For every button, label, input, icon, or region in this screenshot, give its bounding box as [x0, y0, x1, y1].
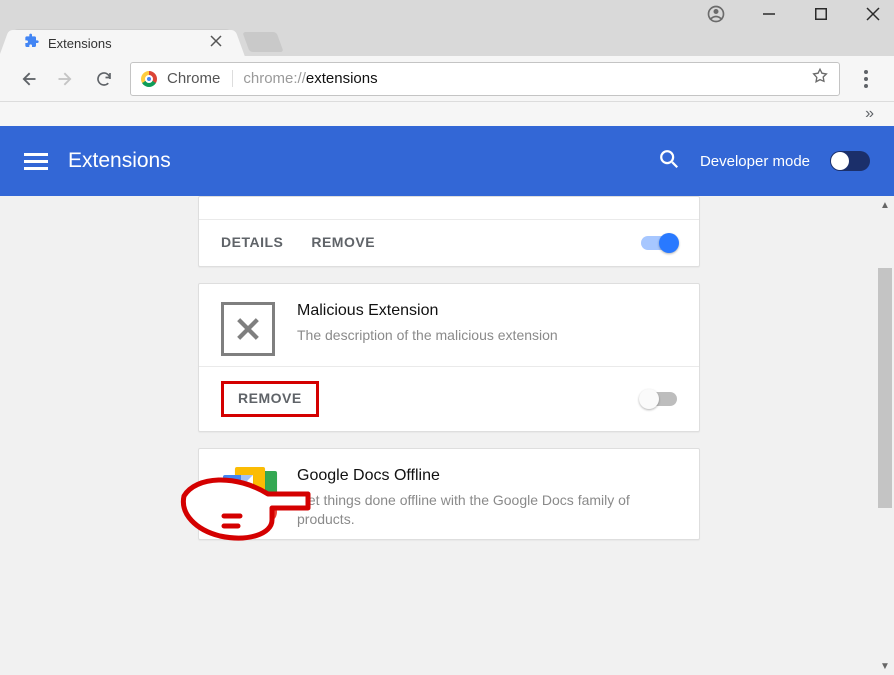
minimize-button[interactable]	[758, 3, 780, 25]
hamburger-menu-button[interactable]	[24, 153, 48, 170]
puzzle-piece-icon	[24, 33, 40, 54]
tabstrip: Extensions	[0, 28, 894, 56]
scroll-track[interactable]	[876, 214, 894, 657]
extension-enable-toggle[interactable]	[641, 392, 677, 406]
extension-description: The description of the malicious extensi…	[297, 326, 677, 345]
reload-button[interactable]	[92, 67, 116, 91]
tab-title: Extensions	[48, 36, 112, 51]
bookmark-star-icon[interactable]	[811, 67, 829, 90]
url-text: chrome://extensions	[243, 70, 377, 87]
maximize-button[interactable]	[810, 3, 832, 25]
address-bar[interactable]: Chrome chrome://extensions	[130, 62, 840, 96]
browser-tab-extensions[interactable]: Extensions	[12, 30, 232, 56]
extension-icon	[221, 467, 275, 529]
browser-menu-button[interactable]	[854, 67, 878, 91]
extension-icon	[221, 302, 275, 356]
extension-card-malicious: Malicious Extension The description of t…	[198, 283, 700, 432]
close-tab-button[interactable]	[210, 34, 222, 52]
page-header: Extensions Developer mode	[0, 126, 894, 196]
new-tab-button[interactable]	[242, 32, 283, 52]
vertical-scrollbar[interactable]: ▲ ▼	[876, 196, 894, 675]
scroll-up-arrow[interactable]: ▲	[880, 196, 890, 214]
extension-description: Get things done offline with the Google …	[297, 491, 677, 529]
extension-name: Google Docs Offline	[297, 467, 677, 485]
extension-card: DETAILS REMOVE	[198, 196, 700, 267]
account-icon[interactable]	[704, 2, 728, 26]
developer-mode-label: Developer mode	[700, 153, 810, 170]
highlighted-remove-box: REMOVE	[221, 381, 319, 417]
toolbar-overflow-row: »	[0, 102, 894, 126]
extension-enable-toggle[interactable]	[641, 236, 677, 250]
back-button[interactable]	[16, 67, 40, 91]
close-window-button[interactable]	[862, 3, 884, 25]
remove-button[interactable]: REMOVE	[238, 390, 302, 406]
window-titlebar	[0, 0, 894, 28]
forward-button[interactable]	[54, 67, 78, 91]
scroll-thumb[interactable]	[878, 268, 892, 508]
page-title: Extensions	[68, 149, 171, 173]
extension-name: Malicious Extension	[297, 302, 677, 320]
scheme-label: Chrome	[167, 70, 233, 87]
remove-button[interactable]: REMOVE	[311, 234, 375, 250]
content-area: DETAILS REMOVE Malicious Extension	[0, 196, 894, 675]
overflow-chevron-icon[interactable]: »	[865, 105, 874, 123]
details-button[interactable]: DETAILS	[221, 234, 283, 250]
search-icon[interactable]	[658, 148, 680, 175]
scroll-down-arrow[interactable]: ▼	[880, 657, 890, 675]
developer-mode-toggle[interactable]	[830, 151, 870, 171]
toolbar: Chrome chrome://extensions	[0, 56, 894, 102]
extension-card-gdocs: Google Docs Offline Get things done offl…	[198, 448, 700, 540]
chrome-icon	[141, 71, 157, 87]
